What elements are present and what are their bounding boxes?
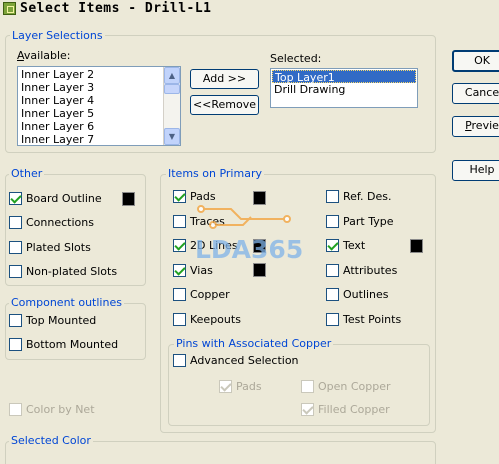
advanced-selection-checkbox[interactable] [173, 354, 186, 367]
preview-button[interactable]: Previe [452, 116, 499, 137]
connections-label: Connections [26, 216, 94, 230]
available-list-item[interactable]: Inner Layer 6 [19, 120, 162, 133]
text-color-swatch[interactable] [410, 239, 423, 253]
other-legend: Other [9, 167, 45, 180]
color-by-net-label: Color by Net [26, 403, 95, 416]
available-label: Available: [17, 49, 71, 62]
board-outline-checkbox[interactable] [9, 192, 22, 205]
selected-color-legend: Selected Color [9, 434, 93, 447]
selected-label: Selected: [270, 52, 322, 65]
available-list-item[interactable]: Inner Layer 2 [19, 68, 162, 81]
component-outlines-group [5, 303, 146, 360]
text-checkbox[interactable] [326, 239, 339, 252]
open-copper-checkbox[interactable] [301, 380, 314, 393]
app-icon [3, 2, 16, 15]
available-listbox[interactable]: Inner Layer 2 Inner Layer 3 Inner Layer 4I… [17, 66, 181, 146]
board-outline-label: Board Outline [26, 192, 102, 205]
ref-des-label: Ref. Des. [343, 190, 392, 203]
attributes-checkbox[interactable] [326, 263, 339, 277]
traces-checkbox[interactable] [173, 214, 186, 228]
connections-checkbox[interactable] [9, 216, 22, 230]
part-type-label: Part Type [343, 214, 394, 228]
component-outlines-legend: Component outlines [9, 296, 124, 309]
copper-checkbox[interactable] [173, 288, 186, 301]
watermark-logo: LDA365 [195, 205, 303, 264]
scroll-up-icon[interactable]: ▲ [164, 67, 180, 84]
available-list-item[interactable]: Inner Layer 3 [19, 81, 162, 94]
available-list-item[interactable]: Inner Layer 5 [19, 107, 162, 120]
outlines-label: Outlines [343, 288, 389, 301]
plated-slots-label: Plated Slots [26, 240, 91, 254]
selected-list-item[interactable]: Top Layer1 [272, 70, 416, 84]
bottom-mounted-label: Bottom Mounted [26, 338, 119, 351]
items-on-primary-legend: Items on Primary [166, 167, 264, 180]
bottom-mounted-checkbox[interactable] [9, 338, 22, 351]
layer-selections-legend: Layer Selections [10, 29, 105, 42]
test-points-checkbox[interactable] [326, 312, 339, 326]
non-plated-slots-label: Non-plated Slots [26, 264, 118, 278]
pins-pads-checkbox[interactable] [219, 380, 232, 393]
scroll-thumb[interactable] [164, 84, 180, 94]
window-title: Select Items - Drill-L1 [20, 1, 212, 16]
text-label: Text [343, 239, 366, 252]
top-mounted-label: Top Mounted [26, 314, 97, 327]
keepouts-label: Keepouts [190, 312, 241, 326]
filled-copper-checkbox[interactable] [301, 403, 314, 416]
cancel-button[interactable]: Cance [452, 83, 499, 104]
outlines-checkbox[interactable] [326, 288, 339, 301]
advanced-selection-label: Advanced Selection [190, 354, 299, 367]
watermark-text: LDA365 [195, 235, 303, 264]
board-outline-color-swatch[interactable] [122, 192, 135, 206]
help-button[interactable]: Help [452, 160, 499, 181]
color-by-net-checkbox[interactable] [9, 403, 22, 416]
available-list-item[interactable]: Inner Layer 7 [19, 133, 162, 145]
selected-listbox[interactable]: Top Layer1 Drill Drawing [270, 68, 418, 108]
open-copper-label: Open Copper [318, 380, 391, 393]
plated-slots-checkbox[interactable] [9, 240, 22, 254]
part-type-checkbox[interactable] [326, 214, 339, 228]
remove-button[interactable]: <<Remove [190, 95, 259, 115]
top-mounted-checkbox[interactable] [9, 314, 22, 327]
attributes-label: Attributes [343, 263, 398, 277]
keepouts-checkbox[interactable] [173, 312, 186, 326]
pads-label: Pads [190, 190, 216, 203]
available-list-item[interactable]: Inner Layer 4 [19, 94, 162, 107]
pads-checkbox[interactable] [173, 190, 186, 203]
copper-label: Copper [190, 288, 230, 301]
vias-color-swatch[interactable] [253, 263, 266, 277]
add-button[interactable]: Add >> [190, 69, 259, 89]
vias-checkbox[interactable] [173, 263, 186, 277]
pins-copper-legend: Pins with Associated Copper [174, 337, 334, 350]
available-scrollbar[interactable]: ▲ ▼ [163, 67, 180, 145]
ok-button[interactable]: OK [452, 50, 499, 72]
scroll-down-icon[interactable]: ▼ [164, 128, 180, 145]
vias-label: Vias [190, 263, 213, 277]
title-bar: Select Items - Drill-L1 [0, 0, 499, 18]
selected-list-item[interactable]: Drill Drawing [272, 83, 416, 96]
ref-des-checkbox[interactable] [326, 190, 339, 203]
2d-lines-checkbox[interactable] [173, 239, 186, 252]
test-points-label: Test Points [343, 312, 402, 326]
filled-copper-label: Filled Copper [318, 403, 390, 416]
non-plated-slots-checkbox[interactable] [9, 264, 22, 278]
pins-pads-label: Pads [236, 380, 262, 393]
